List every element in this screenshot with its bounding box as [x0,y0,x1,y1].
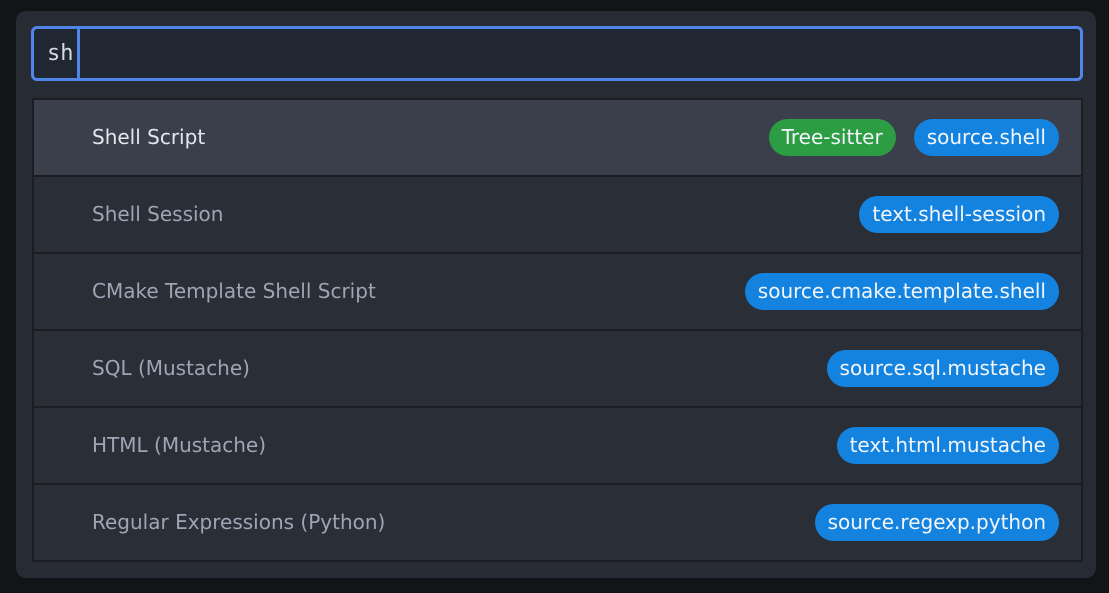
scope-badge: source.cmake.template.shell [744,273,1059,310]
grammar-name: CMake Template Shell Script [92,279,376,303]
grammar-name: SQL (Mustache) [92,356,250,380]
scope-badge: text.shell-session [859,196,1059,233]
text-caret [77,29,80,78]
grammar-selector-panel: sh Shell Script Tree-sitter source.shell… [16,11,1096,578]
badge-group: text.html.mustache [836,408,1059,483]
grammar-search-input[interactable]: sh [31,26,1083,81]
grammar-name: HTML (Mustache) [92,433,267,457]
list-item-html-mustache[interactable]: HTML (Mustache) text.html.mustache [34,408,1081,483]
grammar-name: Shell Script [92,125,206,149]
badge-group: source.cmake.template.shell [744,254,1059,329]
list-item-shell-session[interactable]: Shell Session text.shell-session [34,177,1081,252]
list-item-cmake-template-shell-script[interactable]: CMake Template Shell Script source.cmake… [34,254,1081,329]
scope-badge: source.regexp.python [814,504,1059,541]
grammar-results-list: Shell Script Tree-sitter source.shell Sh… [32,98,1083,562]
list-item-regular-expressions-python[interactable]: Regular Expressions (Python) source.rege… [34,485,1081,560]
badge-group: source.sql.mustache [826,331,1059,406]
list-item-sql-mustache[interactable]: SQL (Mustache) source.sql.mustache [34,331,1081,406]
list-item-shell-script[interactable]: Shell Script Tree-sitter source.shell [34,100,1081,175]
scope-badge: text.html.mustache [836,427,1059,464]
scope-badge: source.shell [913,119,1059,156]
badge-group: text.shell-session [859,177,1059,252]
grammar-name: Regular Expressions (Python) [92,510,386,534]
grammar-name: Shell Session [92,202,224,226]
search-input-value[interactable]: sh [47,29,74,78]
badge-group: Tree-sitter source.shell [768,100,1059,175]
scope-badge: source.sql.mustache [826,350,1059,387]
tree-sitter-badge: Tree-sitter [768,119,896,156]
badge-group: source.regexp.python [814,485,1059,560]
